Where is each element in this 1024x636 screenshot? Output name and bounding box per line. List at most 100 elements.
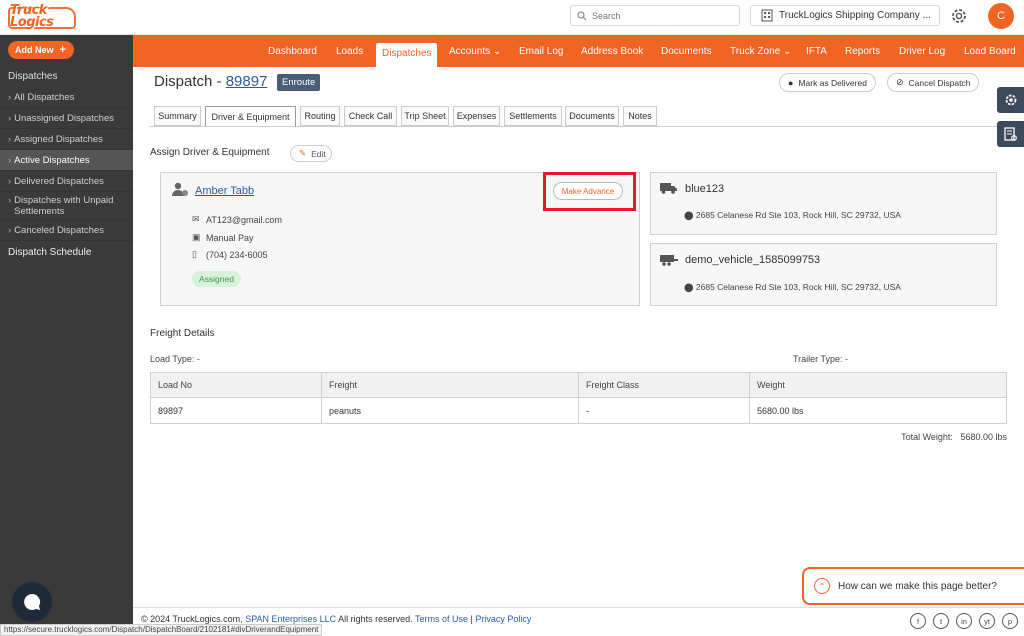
table-cell: 5680.00 lbs <box>749 397 1007 424</box>
column-header: Freight Class <box>578 372 750 398</box>
driver-phone-row: ▯ (704) 234-6005 <box>192 249 268 260</box>
money-icon: ▣ <box>192 232 201 242</box>
nav-documents[interactable]: Documents <box>661 43 712 67</box>
nav-truck-zone-label: Truck Zone <box>730 46 781 57</box>
nav-address-book[interactable]: Address Book <box>581 43 643 67</box>
chevron-right-icon: › <box>8 112 12 124</box>
nav-accounts[interactable]: Accounts ⌄ <box>449 43 501 67</box>
facebook-icon[interactable]: f <box>910 613 926 629</box>
freight-table: Load No Freight Freight Class Weight 898… <box>150 372 1007 424</box>
terms-link[interactable]: Terms of Use <box>415 614 468 624</box>
sidebar-item-unpaid-settlements[interactable]: › Dispatches with Unpaid Settlements <box>0 192 133 220</box>
load-type: Load Type: - <box>150 354 200 364</box>
tab-trip-sheet[interactable]: Trip Sheet <box>401 106 449 126</box>
feedback-widget[interactable]: ⌃ How can we make this page better? <box>802 567 1024 605</box>
nav-dispatches[interactable]: Dispatches <box>376 43 438 67</box>
sidebar-item-canceled[interactable]: › Canceled Dispatches <box>0 220 133 241</box>
tab-documents[interactable]: Documents <box>565 106 619 126</box>
total-weight-value: 5680.00 lbs <box>960 432 1007 442</box>
driver-pay: Manual Pay <box>206 232 254 243</box>
tab-check-call[interactable]: Check Call <box>344 106 397 126</box>
chevron-right-icon: › <box>8 195 12 206</box>
add-new-button[interactable]: Add New + <box>8 41 74 59</box>
search-input[interactable] <box>592 10 732 21</box>
gear-icon <box>1005 94 1016 106</box>
copyright: © 2024 TruckLogics.com, <box>141 614 243 624</box>
settings-tool-button[interactable] <box>997 87 1024 113</box>
sidebar-list: › All Dispatches › Unassigned Dispatches ›… <box>0 87 133 263</box>
trailer-icon <box>660 255 678 266</box>
pinterest-icon[interactable]: p <box>1002 613 1018 629</box>
sidebar-item-unassigned[interactable]: › Unassigned Dispatches <box>0 108 133 129</box>
tab-routing[interactable]: Routing <box>300 106 340 126</box>
chevron-right-icon: › <box>8 133 12 145</box>
company-selector[interactable]: TruckLogics Shipping Company ... <box>750 5 940 26</box>
sidebar-item-active[interactable]: › Active Dispatches <box>0 150 133 171</box>
dispatch-number-link[interactable]: 89897 <box>226 73 268 90</box>
total-weight: Total Weight: 5680.00 lbs <box>901 432 1007 442</box>
chevron-right-icon: › <box>8 224 12 236</box>
nav-reports[interactable]: Reports <box>845 43 880 67</box>
plus-icon: + <box>59 44 66 56</box>
twitter-icon[interactable]: t <box>933 613 949 629</box>
trucklogics-logo[interactable]: Truck Logics <box>8 3 78 31</box>
report-tool-button[interactable] <box>997 121 1024 147</box>
sidebar-item-label: Unassigned Dispatches <box>14 112 114 124</box>
edit-button[interactable]: ✎ Edit <box>290 145 332 162</box>
make-advance-button[interactable]: Make Advance <box>553 182 623 200</box>
chevron-right-icon: › <box>8 175 12 187</box>
nav-ifta[interactable]: IFTA <box>806 43 827 67</box>
column-header: Load No <box>150 372 322 398</box>
chevron-right-icon: › <box>8 154 12 166</box>
cancel-dispatch-button[interactable]: ⊘ Cancel Dispatch <box>887 73 980 92</box>
column-header: Freight <box>321 372 579 398</box>
sidebar-item-delivered[interactable]: › Delivered Dispatches <box>0 171 133 192</box>
nav-email-log[interactable]: Email Log <box>519 43 563 67</box>
company-name: TruckLogics Shipping Company ... <box>779 10 931 21</box>
table-row: 89897 peanuts - 5680.00 lbs <box>150 397 1007 424</box>
cancel-circle-icon: ⊘ <box>896 77 904 87</box>
sidebar-item-dispatch-schedule[interactable]: Dispatch Schedule <box>0 241 133 263</box>
edit-icon: ✎ <box>299 148 307 158</box>
cancel-dispatch-label: Cancel Dispatch <box>908 77 971 88</box>
sidebar-heading: Dispatches <box>8 71 58 82</box>
trailer-name: demo_vehicle_1585099753 <box>685 254 821 266</box>
nav-driver-log[interactable]: Driver Log <box>899 43 945 67</box>
table-header-row: Load No Freight Freight Class Weight <box>150 372 1007 398</box>
tab-expenses[interactable]: Expenses <box>453 106 500 126</box>
status-bar-url: https://secure.trucklogics.com/Dispatch/… <box>0 624 323 636</box>
sidebar-item-all-dispatches[interactable]: › All Dispatches <box>0 87 133 108</box>
sidebar-item-label: Assigned Dispatches <box>14 133 103 145</box>
company-link[interactable]: SPAN Enterprises LLC <box>245 614 336 624</box>
tab-driver-equipment[interactable]: Driver & Equipment <box>205 106 296 127</box>
sidebar-item-assigned[interactable]: › Assigned Dispatches <box>0 129 133 150</box>
tab-notes[interactable]: Notes <box>623 106 657 126</box>
nav-truck-zone[interactable]: Truck Zone ⌄ <box>730 43 791 67</box>
title-prefix: Dispatch - <box>154 73 222 90</box>
map-pin-icon: ⬤ <box>684 210 694 220</box>
trailer-address-text: 2685 Celanese Rd Ste 103, Rock Hill, SC … <box>695 282 901 292</box>
nav-loads[interactable]: Loads <box>336 43 363 67</box>
tab-summary[interactable]: Summary <box>154 106 201 126</box>
trailer-address: ⬤ 2685 Celanese Rd Ste 103, Rock Hill, S… <box>684 282 901 293</box>
truck-name: blue123 <box>685 183 725 195</box>
youtube-icon[interactable]: yt <box>979 613 995 629</box>
linkedin-icon[interactable]: in <box>956 613 972 629</box>
trailer-type: Trailer Type: - <box>793 354 849 364</box>
tab-bar: Summary Driver & Equipment Routing Check… <box>154 106 1024 127</box>
nav-load-board[interactable]: Load Board <box>964 43 1016 67</box>
settings-gear-icon[interactable] <box>949 6 969 26</box>
main-nav: Dashboard Loads Dispatches Accounts ⌄ Em… <box>133 35 1024 67</box>
driver-name-link[interactable]: Amber Tabb <box>195 185 254 197</box>
tab-settlements[interactable]: Settlements <box>504 106 562 126</box>
privacy-link[interactable]: Privacy Policy <box>475 614 531 624</box>
user-avatar[interactable]: C <box>988 3 1014 29</box>
nav-dashboard[interactable]: Dashboard <box>268 43 317 67</box>
logo-text-line2: Logics <box>10 15 54 30</box>
freight-section-title: Freight Details <box>150 328 215 339</box>
search-box[interactable] <box>570 5 740 26</box>
chat-bubble-button[interactable] <box>12 582 52 622</box>
mark-delivered-button[interactable]: ● Mark as Delivered <box>779 73 876 92</box>
column-header: Weight <box>749 372 1007 398</box>
assigned-badge: Assigned <box>192 271 241 287</box>
